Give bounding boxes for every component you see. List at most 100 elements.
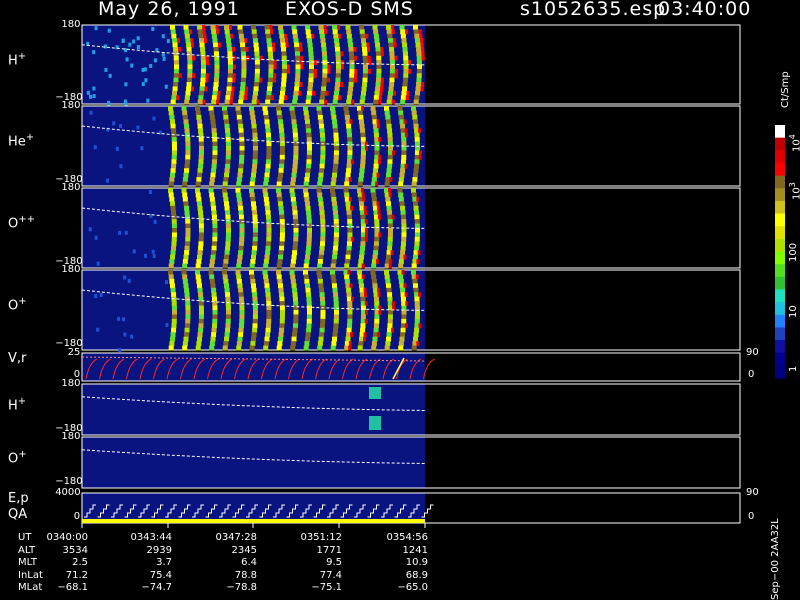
heatmap-cell <box>253 90 258 96</box>
heatmap-cell <box>333 296 339 302</box>
heatmap-cell <box>388 86 394 92</box>
heatmap-cell <box>227 73 233 79</box>
heatmap-cell <box>279 323 285 329</box>
heatmap-cell <box>267 46 273 52</box>
heatmap-cell <box>365 146 368 151</box>
heatmap-cell <box>211 29 217 35</box>
heatmap-cell <box>318 336 324 342</box>
heatmap-cell <box>238 163 244 169</box>
heatmap-cell <box>388 188 391 193</box>
heatmap-cell <box>305 119 310 125</box>
heatmap-cell <box>168 106 173 111</box>
heatmap-cell <box>266 38 272 44</box>
heatmap-cell <box>387 236 393 242</box>
heatmap-cell <box>306 163 312 169</box>
heatmap-cell <box>403 119 407 125</box>
heatmap-cell <box>272 77 276 83</box>
panel-label-sup: + <box>18 448 27 460</box>
heatmap-cell <box>360 137 366 143</box>
heatmap-cell <box>340 82 344 87</box>
heatmap-cell <box>278 123 284 129</box>
heatmap-cell <box>292 163 298 169</box>
heatmap-cell <box>240 46 246 52</box>
heatmap-cell <box>413 283 418 289</box>
panel-label-text: He <box>8 134 26 150</box>
heatmap-cell <box>198 95 204 101</box>
heatmap-cell <box>330 270 335 275</box>
heatmap-cell <box>292 123 298 129</box>
heatmap-cell <box>411 345 417 351</box>
heatmap-cell <box>289 106 295 111</box>
heatmap-cell <box>399 336 405 342</box>
heatmap-cell <box>238 296 244 302</box>
heatmap-cell <box>333 159 339 165</box>
heatmap-cell <box>252 33 258 39</box>
heatmap-cell <box>225 141 231 147</box>
ephemeris-value: 3534 <box>62 544 88 556</box>
heatmap-speckle <box>136 45 140 50</box>
heatmap-cell <box>253 228 258 233</box>
heatmap-cell <box>249 274 255 280</box>
heatmap-cell <box>375 181 379 187</box>
heatmap-cell <box>224 168 230 174</box>
heatmap-cell <box>265 128 271 134</box>
heatmap-cell <box>251 172 256 178</box>
heatmap-cell <box>344 114 350 120</box>
heatmap-cell <box>346 99 352 105</box>
heatmap-cell <box>333 210 339 216</box>
heatmap-cell <box>400 332 406 338</box>
heatmap-cell <box>201 64 206 70</box>
heatmap-cell <box>239 236 245 242</box>
heatmap-cell <box>238 95 244 101</box>
heatmap-cell <box>386 332 392 338</box>
heatmap-cell <box>378 310 382 315</box>
colorbar-segment <box>775 264 785 278</box>
heatmap-cell <box>321 51 327 57</box>
heatmap-cell <box>225 33 231 39</box>
heatmap-cell <box>306 154 312 160</box>
heatmap-cell <box>293 228 299 233</box>
heatmap-cell <box>389 73 395 79</box>
heatmap-cell <box>224 283 229 289</box>
heatmap-cell <box>215 25 219 30</box>
heatmap-cell <box>414 245 420 251</box>
heatmap-cell <box>300 60 304 65</box>
heatmap-cell <box>313 73 317 79</box>
heatmap-cell <box>376 73 382 79</box>
heatmap-cell <box>184 132 190 138</box>
heatmap-cell <box>358 114 364 120</box>
heatmap-cell <box>360 245 366 251</box>
heatmap-cell <box>411 106 416 111</box>
heatmap-cell <box>348 196 352 202</box>
ephemeris-value: 0347:28 <box>215 532 257 543</box>
heatmap-cell <box>209 345 215 351</box>
heatmap-cell <box>252 163 258 169</box>
heatmap-cell <box>293 219 299 225</box>
heatmap-cell <box>238 210 244 216</box>
heatmap-cell <box>362 73 368 79</box>
heatmap-cell <box>293 154 299 160</box>
heatmap-cell <box>348 77 354 83</box>
heatmap-cell <box>251 29 257 35</box>
heatmap-cell <box>225 159 231 165</box>
heatmap-cell <box>197 119 202 125</box>
heatmap-cell <box>211 210 217 216</box>
heatmap-cell <box>306 150 312 156</box>
heatmap-cell <box>357 181 363 187</box>
heatmap-speckle <box>122 317 126 322</box>
heatmap-cell <box>333 232 339 238</box>
heatmap-cell <box>361 106 364 111</box>
heatmap-cell <box>375 86 381 92</box>
heatmap-cell <box>347 154 353 160</box>
y-tick-top: 4000 <box>55 487 81 498</box>
heatmap-cell <box>402 86 408 92</box>
heatmap-cell <box>197 29 203 35</box>
heatmap-cell <box>360 214 366 220</box>
heatmap-cell <box>168 192 174 198</box>
heatmap-cell <box>252 314 258 320</box>
heatmap-cell <box>183 336 189 342</box>
heatmap-cell <box>334 38 339 44</box>
right-tick-top: 90 <box>746 347 759 358</box>
heatmap-speckle <box>166 39 170 44</box>
heatmap-cell <box>320 219 326 225</box>
